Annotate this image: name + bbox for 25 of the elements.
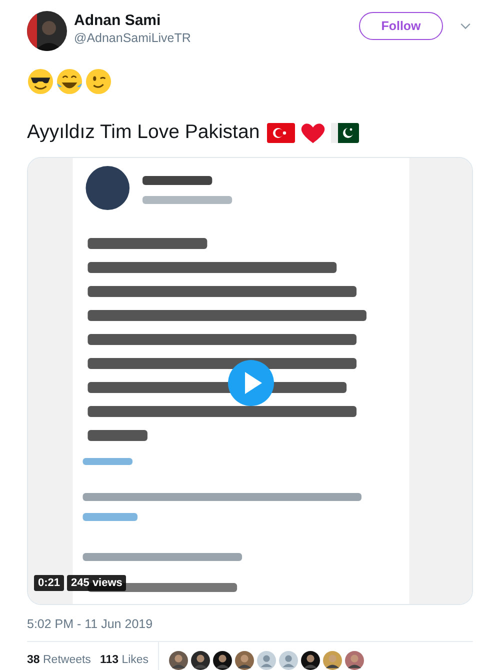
avatar[interactable]: [27, 11, 67, 51]
liker-avatar[interactable]: [190, 650, 210, 670]
liker-avatar[interactable]: [322, 650, 342, 670]
play-button[interactable]: [228, 360, 274, 406]
video-duration: 0:21: [34, 575, 64, 591]
sunglasses-face-icon: [27, 68, 54, 95]
chevron-down-icon[interactable]: [460, 22, 471, 30]
author-name[interactable]: Adnan Sami: [74, 12, 359, 28]
author-handle[interactable]: @AdnanSamiLiveTR: [74, 30, 359, 44]
winking-face-icon: [85, 68, 112, 95]
timestamp[interactable]: 5:02 PM - 11 Jun 2019: [27, 617, 473, 631]
stat-link[interactable]: 38 Retweets: [27, 654, 91, 666]
heart-icon: [298, 122, 327, 144]
liker-avatar[interactable]: [344, 650, 364, 670]
view-count: 245 views: [67, 575, 126, 591]
laughing-crying-face-icon: [56, 68, 83, 95]
turkey-flag-icon: [266, 122, 295, 144]
liker-avatar[interactable]: [234, 650, 254, 670]
follow-button[interactable]: Follow: [359, 12, 443, 40]
tweet-text: Ayyıldız Tim Love Pakistan: [27, 121, 260, 144]
liker-avatar[interactable]: [300, 650, 320, 670]
stat-link[interactable]: 113 Likes: [100, 654, 149, 666]
liker-avatar[interactable]: [212, 650, 232, 670]
pakistan-flag-icon: [330, 122, 359, 144]
liker-avatar[interactable]: [168, 650, 188, 670]
